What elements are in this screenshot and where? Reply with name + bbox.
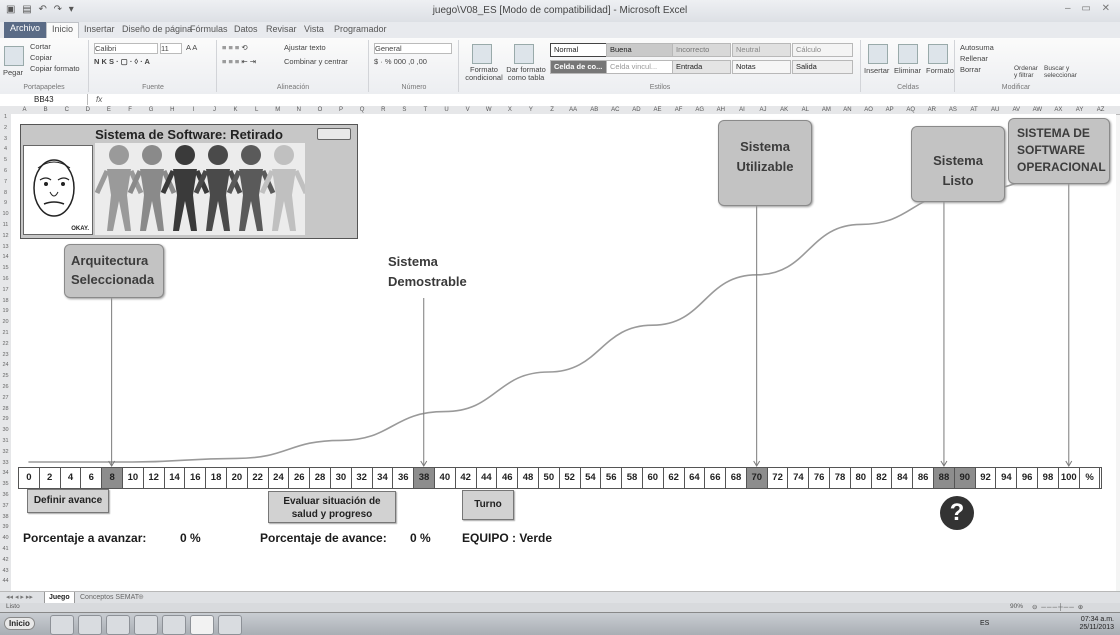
scale-cell: 92 xyxy=(976,468,997,488)
scale-cell: 34 xyxy=(373,468,394,488)
scale-cell: 26 xyxy=(289,468,311,488)
milestone-operacional: SISTEMA DE SOFTWARE OPERACIONAL xyxy=(1008,118,1110,184)
scale-cell: 32 xyxy=(352,468,373,488)
taskbar: Inicio ES 07:34 a.m. 25/11/2013 xyxy=(0,612,1120,635)
scale-cell: 10 xyxy=(123,468,144,488)
scale-cell: 8 xyxy=(102,468,123,488)
scale-cell: 44 xyxy=(477,468,498,488)
scale-cell: 14 xyxy=(165,468,186,488)
scale-cell: % xyxy=(1080,468,1101,488)
scale-cell: 76 xyxy=(809,468,831,488)
taskbar-powerpoint-icon[interactable] xyxy=(162,615,186,635)
scale-cell: 96 xyxy=(1017,468,1039,488)
milestone-listo: Sistema Listo xyxy=(911,126,1005,202)
scale-cell: 38 xyxy=(414,468,435,488)
turno-button[interactable]: Turno xyxy=(462,490,514,520)
scale-cell: 30 xyxy=(331,468,352,488)
scale-cell: 74 xyxy=(788,468,810,488)
taskbar-chrome-icon[interactable] xyxy=(106,615,130,635)
scale-cell: 24 xyxy=(269,468,290,488)
progress-scale: 0 2 4 6 8 10 12 14 16 18 20 22 24 26 28 30 32 34 36 38 40 42 4… xyxy=(18,467,1102,489)
scale-cell: 78 xyxy=(830,468,851,488)
scale-cell: 0 xyxy=(19,468,40,488)
sheet-nav-arrows[interactable]: ◂◂ ◂ ▸ ▸▸ xyxy=(2,592,37,603)
scale-cell: 20 xyxy=(227,468,248,488)
milestone-utilizable: Sistema Utilizable xyxy=(718,120,812,206)
scale-cell: 58 xyxy=(622,468,643,488)
zoom-level[interactable]: 90% xyxy=(1010,603,1023,610)
scale-cell: 70 xyxy=(746,468,768,488)
evaluar-salud-button[interactable]: Evaluar situación de salud y progreso xyxy=(268,491,396,523)
taskbar-explorer-icon[interactable] xyxy=(50,615,74,635)
scale-cell: 72 xyxy=(768,468,789,488)
scale-cell: 94 xyxy=(996,468,1018,488)
scale-cell: 42 xyxy=(456,468,477,488)
scale-cell: 52 xyxy=(560,468,581,488)
scale-cell: 82 xyxy=(872,468,893,488)
status-mode: Listo xyxy=(6,603,20,610)
scale-cell: 66 xyxy=(705,468,727,488)
scale-cell: 46 xyxy=(497,468,519,488)
scale-cell: 50 xyxy=(539,468,560,488)
okay-face-icon xyxy=(33,159,75,217)
scale-cell: 4 xyxy=(61,468,82,488)
zoom-slider[interactable]: ⊖ ───┼── ⊕ xyxy=(1032,603,1084,611)
milestone-arquitectura: Arquitectura Seleccionada xyxy=(64,244,164,298)
scale-cell: 16 xyxy=(185,468,207,488)
porcentaje-avanzar-label: Porcentaje a avanzar: xyxy=(23,531,147,545)
milestone-demostrable: Sistema Demostrable xyxy=(388,254,467,289)
clock-date: 25/11/2013 xyxy=(1079,624,1114,631)
scale-cell: 56 xyxy=(601,468,623,488)
scale-cell: 36 xyxy=(393,468,415,488)
scale-cell: 90 xyxy=(954,468,976,488)
scale-cell: 40 xyxy=(435,468,456,488)
scale-cell: 12 xyxy=(144,468,165,488)
taskbar-clock[interactable]: 07:34 a.m. 25/11/2013 xyxy=(1079,616,1114,632)
porcentaje-avance-value: 0 % xyxy=(410,531,431,545)
scale-cell: 64 xyxy=(685,468,706,488)
scale-cell: 84 xyxy=(892,468,914,488)
scale-cell: 88 xyxy=(934,468,955,488)
taskbar-language[interactable]: ES xyxy=(980,620,989,627)
scale-cell: 60 xyxy=(643,468,664,488)
scale-cell: 54 xyxy=(581,468,602,488)
equipo-label: EQUIPO : Verde xyxy=(462,531,553,545)
scale-cell: 28 xyxy=(310,468,331,488)
scale-cell: 22 xyxy=(248,468,269,488)
progress-chart xyxy=(28,173,1073,467)
taskbar-media-icon[interactable] xyxy=(78,615,102,635)
status-bar: Listo 90% ⊖ ───┼── ⊕ xyxy=(0,603,1120,612)
help-icon[interactable]: ? xyxy=(940,496,974,530)
scale-cell: 18 xyxy=(206,468,227,488)
system-status-panel: Sistema de Software: Retirado OKAY. xyxy=(20,124,358,239)
taskbar-excel-icon[interactable] xyxy=(190,615,214,635)
start-button[interactable]: Inicio xyxy=(4,617,35,630)
team-figures-icon xyxy=(95,143,305,235)
scale-cell: 48 xyxy=(518,468,539,488)
okay-caption: OKAY. xyxy=(71,226,89,232)
sheet-tab-conceptos[interactable]: Conceptos SEMAT xyxy=(76,592,143,603)
panel-title: Sistema de Software: Retirado xyxy=(95,127,283,142)
porcentaje-avance-label: Porcentaje de avance: xyxy=(260,531,387,545)
scale-cell: 62 xyxy=(664,468,685,488)
scale-cell: 6 xyxy=(81,468,103,488)
taskbar-paint-icon[interactable] xyxy=(218,615,242,635)
porcentaje-avanzar-value: 0 % xyxy=(180,531,201,545)
okay-face-image: OKAY. xyxy=(23,145,93,235)
scale-cell: 98 xyxy=(1038,468,1059,488)
new-sheet-icon[interactable]: ⊕ xyxy=(134,592,148,603)
scale-cell: 86 xyxy=(913,468,935,488)
taskbar-firefox-icon[interactable] xyxy=(134,615,158,635)
scale-cell: 80 xyxy=(851,468,872,488)
panel-button[interactable] xyxy=(317,128,351,140)
scale-cell: 100 xyxy=(1059,468,1080,488)
scale-cell: 2 xyxy=(40,468,61,488)
scale-cell: 68 xyxy=(726,468,747,488)
definir-avance-button[interactable]: Definir avance xyxy=(27,489,109,513)
clock-time: 07:34 a.m. xyxy=(1080,616,1114,623)
